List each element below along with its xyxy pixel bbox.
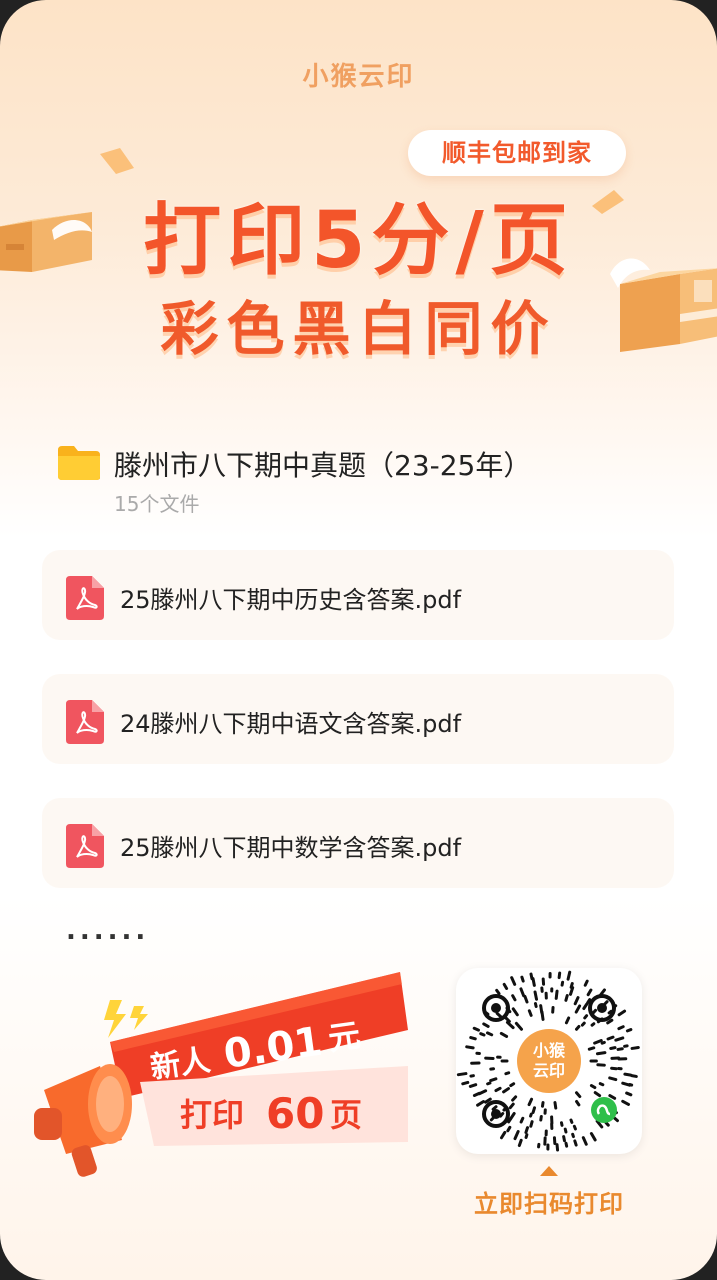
file-name: 25滕州八下期中数学含答案.pdf [120, 834, 462, 862]
scan-to-print-label: 立即扫码打印 [474, 1190, 624, 1218]
mini-program-qr-code[interactable]: 小猴 云印 [456, 968, 642, 1154]
pdf-file-icon [66, 824, 104, 868]
new-user-promo[interactable]: 新人 0.01 元 打印 60 页 [30, 970, 430, 1190]
file-item[interactable]: 24滕州八下期中语文含答案.pdf [42, 674, 674, 764]
folder-icon [58, 446, 100, 480]
folder-file-count: 15个文件 [114, 492, 200, 516]
price-headline: 打印5分/页 [143, 196, 574, 286]
price-subheadline: 彩色黑白同价 [160, 295, 557, 363]
file-item[interactable]: 25滕州八下期中数学含答案.pdf [42, 798, 674, 888]
poster: 小猴云印 顺丰包邮到家 打印5分/页 彩色黑白同价 滕州市八下期中真题（23-2… [0, 0, 717, 1280]
folder-header[interactable]: 滕州市八下期中真题（23-25年） [56, 440, 676, 490]
brand-logo-text: 小猴云印 [302, 62, 415, 92]
megaphone-icon [34, 1064, 132, 1177]
promo-line1-suffix: 元 [326, 1016, 363, 1058]
file-name: 25滕州八下期中历史含答案.pdf [120, 586, 462, 614]
scan-arrow-icon [540, 1166, 558, 1176]
pdf-file-icon [66, 700, 104, 744]
pdf-file-icon [66, 576, 104, 620]
file-item[interactable]: 25滕州八下期中历史含答案.pdf [42, 550, 674, 640]
qr-logo-text-2: 云印 [533, 1061, 565, 1080]
free-shipping-badge: 顺丰包邮到家 [408, 130, 626, 176]
wechat-miniprogram-icon [591, 1097, 617, 1123]
more-files-ellipsis: ...... [66, 916, 150, 946]
promo-line2-suffix: 页 [330, 1096, 362, 1134]
qr-code-image: 小猴 云印 [456, 970, 640, 1152]
ribbon-deco-icon [100, 148, 134, 174]
promo-line2-prefix: 打印 [180, 1096, 244, 1134]
folder-title: 滕州市八下期中真题（23-25年） [114, 449, 532, 482]
file-name: 24滕州八下期中语文含答案.pdf [120, 710, 462, 738]
qr-logo-text-1: 小猴 [533, 1041, 566, 1060]
promo-line2-amount: 60 [266, 1089, 324, 1138]
lightning-icon [104, 1000, 148, 1038]
